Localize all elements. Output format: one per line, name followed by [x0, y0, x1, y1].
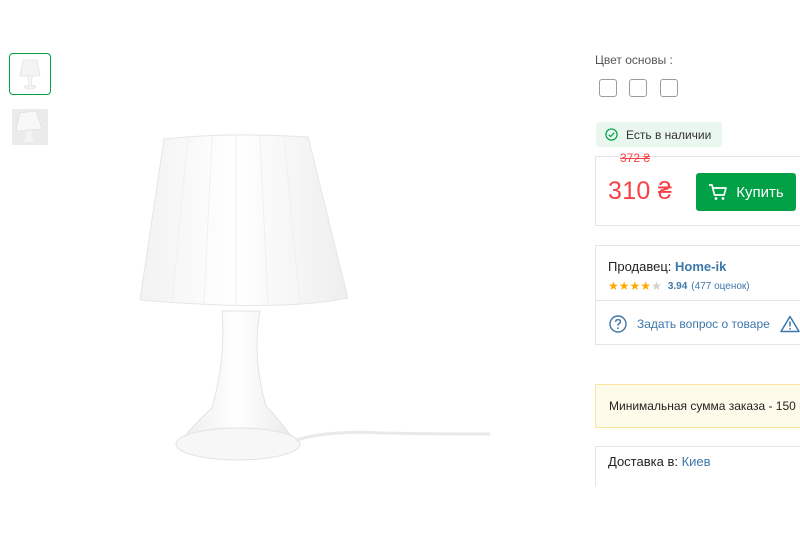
lamp-product-image: [139, 134, 491, 461]
question-circle-icon: [609, 315, 627, 333]
star-empty-icon: ★: [651, 279, 662, 293]
star-filled-icon: ★: [629, 279, 641, 293]
buy-button[interactable]: Купить: [696, 173, 796, 211]
buy-button-label: Купить: [736, 183, 784, 201]
seller-line: Продавец: Home-ik: [608, 259, 726, 274]
star-filled-icon: ★: [640, 279, 652, 293]
min-order-notice: Минимальная сумма заказа - 150 грн: [595, 384, 800, 428]
rating-value: 3.94: [667, 280, 688, 292]
thumbnail-lamp-side[interactable]: [9, 106, 51, 148]
seller-label: Продавец:: [608, 259, 672, 274]
color-swatch-1[interactable]: [599, 79, 617, 97]
report-warning-icon[interactable]: [780, 315, 800, 333]
star-filled-icon: ★: [618, 279, 630, 293]
delivery-line: Доставка в: Киев: [608, 454, 711, 469]
cart-icon: [709, 184, 728, 200]
color-swatch-3[interactable]: [660, 79, 678, 97]
delivery-label: Доставка в:: [608, 454, 678, 469]
lamp-thumbnail-image: [19, 59, 41, 90]
color-swatch-2[interactable]: [629, 79, 647, 97]
ask-question-link[interactable]: Задать вопрос о товаре: [609, 315, 770, 333]
rating-count-link[interactable]: (477 оценок): [691, 281, 749, 292]
seller-rating: ★ ★ ★ ★ ★ 3.94 (477 оценок): [608, 280, 750, 292]
base-color-label: Цвет основы :: [595, 53, 673, 67]
old-price: 372 ₴: [620, 151, 651, 165]
check-circle-icon: [605, 128, 618, 141]
stock-badge: Есть в наличии: [596, 122, 722, 147]
lamp-side-thumbnail-image: [12, 109, 48, 145]
star-filled-icon: ★: [608, 279, 619, 293]
thumbnail-lamp-front[interactable]: [9, 53, 51, 95]
seller-name-link[interactable]: Home-ik: [675, 259, 726, 274]
stock-status-text: Есть в наличии: [626, 127, 712, 142]
seller-divider: [596, 300, 800, 301]
delivery-city-link[interactable]: Киев: [682, 454, 711, 469]
ask-question-text: Задать вопрос о товаре: [637, 317, 770, 331]
current-price: 310 ₴: [608, 177, 673, 205]
